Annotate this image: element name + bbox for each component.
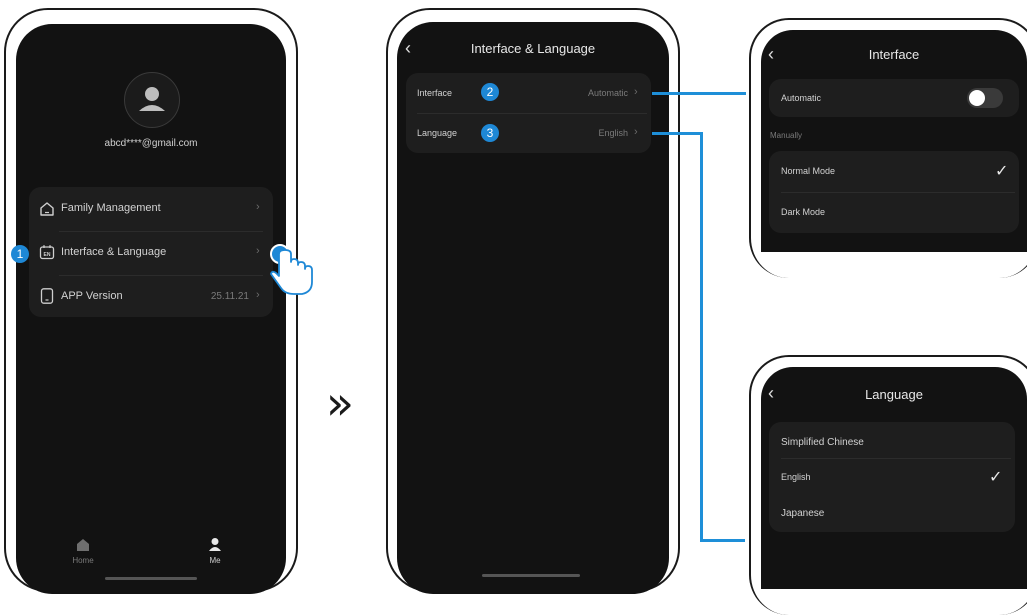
connector-language-v — [700, 132, 703, 542]
option-label: English — [781, 472, 811, 482]
option-simplified-chinese[interactable]: Simplified Chinese — [769, 422, 1015, 458]
tap-hand-icon — [270, 244, 313, 295]
me-tab-icon — [209, 538, 221, 551]
section-label-manually: Manually — [770, 131, 803, 140]
menu-item-family-management[interactable]: Family Management › — [29, 187, 273, 231]
avatar[interactable] — [124, 72, 180, 128]
tab-me[interactable]: Me — [195, 534, 235, 570]
option-label: Simplified Chinese — [781, 437, 864, 448]
screen-me: abcd****@gmail.com Family Management › E… — [16, 24, 286, 594]
home-indicator — [482, 574, 580, 577]
automatic-toggle[interactable] — [967, 88, 1003, 108]
menu-item-label: Interface & Language — [61, 246, 167, 258]
phone-icon — [40, 288, 54, 304]
option-japanese[interactable]: Japanese — [769, 496, 1015, 532]
row-interface[interactable]: Interface Automatic › — [406, 73, 651, 113]
avatar-icon — [139, 87, 165, 111]
account-email: abcd****@gmail.com — [104, 138, 198, 149]
menu-item-interface-language[interactable]: EN Interface & Language › — [29, 231, 273, 275]
app-version-value: 25.11.21 — [210, 291, 249, 302]
chevron-right-icon: › — [634, 86, 638, 98]
option-label: Japanese — [781, 508, 825, 519]
menu-item-app-version[interactable]: APP Version 25.11.21 › — [29, 275, 273, 317]
option-normal-mode[interactable]: Normal Mode ✓ — [769, 151, 1019, 192]
screen-interface-language: ‹ Interface & Language Interface Automat… — [397, 22, 669, 594]
flow-arrow: » — [325, 376, 355, 430]
screen-interface: ‹ Interface Automatic Manually Normal Mo… — [761, 30, 1027, 252]
page-title: Language — [865, 387, 923, 402]
tab-me-label: Me — [209, 556, 221, 565]
svg-text:EN: EN — [44, 252, 51, 258]
menu-item-label: Family Management — [61, 202, 161, 214]
chevron-right-icon: › — [256, 245, 260, 257]
screen-language: ‹ Language Simplified Chinese English ✓ … — [761, 367, 1027, 589]
row-label: Language — [417, 128, 458, 138]
chevron-right-icon: › — [634, 126, 638, 138]
chevron-right-icon: › — [256, 289, 260, 301]
tap-gesture — [262, 240, 322, 298]
home-indicator — [105, 577, 197, 580]
menu-item-label: APP Version — [61, 290, 123, 302]
page-title: Interface — [868, 47, 920, 62]
connector-language-h2 — [700, 539, 745, 542]
connector-language-h1 — [652, 132, 703, 135]
row-label: Interface — [417, 88, 453, 98]
chevron-right-icon: › — [256, 201, 260, 213]
option-label: Dark Mode — [781, 207, 826, 217]
option-english[interactable]: English ✓ — [769, 458, 1015, 496]
automatic-label: Automatic — [781, 93, 822, 103]
row-language[interactable]: Language English › — [406, 113, 651, 153]
house-icon — [40, 202, 54, 216]
home-tab-icon — [77, 539, 89, 551]
step-badge-2: 2 — [481, 83, 499, 101]
tab-home-label: Home — [72, 556, 94, 565]
row-value: Automatic — [587, 88, 628, 98]
page-title: Interface & Language — [470, 41, 596, 56]
tab-home[interactable]: Home — [63, 534, 103, 570]
row-value: English — [598, 128, 628, 138]
step-badge-3: 3 — [481, 124, 499, 142]
option-label: Normal Mode — [781, 166, 836, 176]
option-dark-mode[interactable]: Dark Mode — [769, 192, 1019, 233]
step-badge-1: 1 — [11, 245, 29, 263]
language-icon: EN — [39, 245, 55, 260]
connector-interface — [652, 92, 746, 95]
toggle-knob — [969, 90, 985, 106]
checkmark-icon: ✓ — [989, 469, 1003, 486]
checkmark-icon: ✓ — [995, 163, 1009, 180]
